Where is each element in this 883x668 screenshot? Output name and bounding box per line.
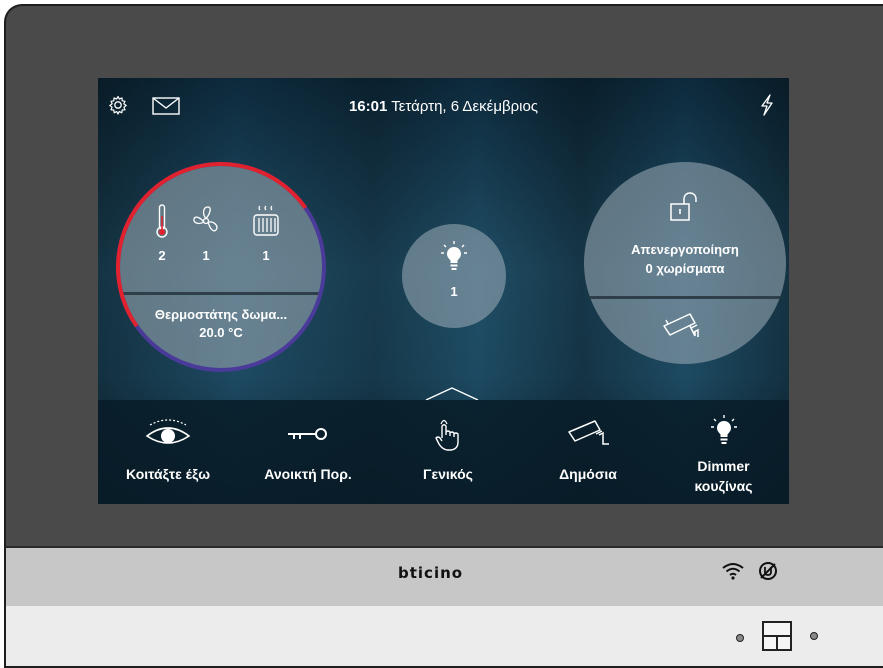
key-icon [288,428,327,440]
clock-time: 16:01 [348,98,388,115]
wifi-icon [722,562,744,585]
lights-widget[interactable]: 1 [402,224,506,328]
public-camera-button[interactable]: Δημόσια [518,400,658,504]
date-time: 16:01 Τετάρτη, 6 Δεκέμβριος [98,98,789,115]
mute-icon [758,561,778,586]
intercom-device: 16:01 Τετάρτη, 6 Δεκέμβριος 2 1 1 Θερμοσ… [4,4,883,668]
unlock-icon [670,192,702,227]
general-button[interactable]: Γενικός [378,400,518,504]
general-label: Γενικός [423,466,473,482]
open-door-label: Ανοικτή Πορ. [264,466,352,482]
lights-count: 1 [450,284,458,299]
home-button[interactable] [762,621,792,651]
kitchen-dimmer-label-line1: Dimmer [697,458,750,474]
look-outside-button[interactable]: Κοιτάξτε έξω [98,400,238,504]
alarm-zones: 0 χωρίσματα [645,261,725,276]
status-led-right [810,632,818,640]
look-outside-label: Κοιτάξτε έξω [125,466,211,482]
open-door-button[interactable]: Ανοικτή Πορ. [238,400,378,504]
public-camera-label: Δημόσια [559,466,617,482]
kitchen-dimmer-button[interactable]: Dimmer κουζίνας [658,400,789,504]
quick-actions-bar: Κοιτάξτε έξω Ανοικτή Πορ. Γενικός Δημόσι… [98,400,789,504]
device-base [6,606,883,666]
alarm-state: Απενεργοποίηση [631,242,739,257]
camera-icon [568,420,609,445]
bulb-icon [710,415,737,444]
kitchen-dimmer-label: Dimmer κουζίνας [658,456,789,496]
alarm-divider [584,296,786,299]
alarm-widget[interactable]: Απενεργοποίηση 0 χωρίσματα [584,162,786,364]
alarm-status: Απενεργοποίηση 0 χωρίσματα [584,240,786,278]
bulb-icon [441,241,467,270]
bolt-icon [759,94,775,121]
camera-icon[interactable] [660,310,706,345]
kitchen-dimmer-label-line2: κουζίνας [694,478,753,494]
eye-icon [145,419,191,444]
thermostat-heating-arc [99,145,343,389]
brand-logo: bticino [398,564,464,582]
device-front-panel: bticino [6,546,883,608]
status-led-left [736,634,744,642]
hand-pointer-icon [435,419,459,451]
status-bar: 16:01 Τετάρτη, 6 Δεκέμβριος [98,78,789,118]
clock-date: Τετάρτη, 6 Δεκέμβριος [391,98,539,115]
touch-screen: 16:01 Τετάρτη, 6 Δεκέμβριος 2 1 1 Θερμοσ… [98,78,789,504]
